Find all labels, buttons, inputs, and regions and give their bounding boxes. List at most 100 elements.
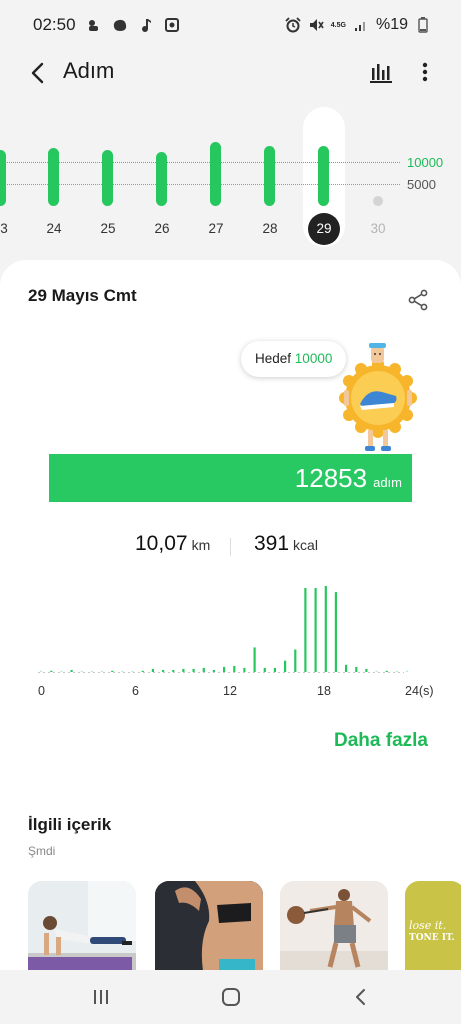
goal-prefix: Hedef	[255, 351, 292, 366]
day-label[interactable]: 26	[147, 221, 177, 236]
related-content-card[interactable]: lose it. TONE IT.	[405, 881, 461, 971]
weekly-step-bar[interactable]	[318, 146, 329, 206]
hourly-step-bar	[141, 670, 144, 672]
mute-icon	[308, 17, 324, 33]
hourly-step-bar	[243, 667, 246, 672]
status-bar: 02:50 4.5G %19	[0, 0, 461, 50]
day-label-selected[interactable]: 29	[308, 213, 340, 245]
no-data-dot	[373, 196, 383, 206]
hourly-step-bar	[50, 670, 53, 672]
nav-back-button[interactable]	[346, 984, 376, 1010]
day-label[interactable]: 28	[255, 221, 285, 236]
day-label[interactable]: 30	[363, 221, 393, 236]
related-content-card[interactable]	[28, 881, 136, 971]
home-icon	[222, 988, 240, 1006]
more-options-button[interactable]	[412, 58, 438, 86]
hourly-step-bar	[314, 588, 317, 672]
day-label[interactable]: 27	[201, 221, 231, 236]
related-content-subtitle: Şmdi	[28, 844, 56, 858]
hourly-step-bar	[80, 670, 83, 672]
half-goal-line	[0, 184, 400, 185]
related-content-card[interactable]	[155, 881, 263, 971]
weekly-step-bar[interactable]	[48, 148, 59, 206]
related-content-title: İlgili içerik	[28, 815, 112, 834]
hourly-step-bar	[131, 670, 134, 672]
hourly-step-bar	[355, 666, 358, 672]
metrics-row: 10,07 km 391 kcal	[0, 532, 461, 562]
hourly-step-bar	[253, 647, 256, 672]
calories-metric: 391 kcal	[254, 532, 318, 556]
hourly-step-bar	[263, 667, 266, 672]
hour-tick-label: 6	[132, 684, 139, 698]
hourly-step-bar	[172, 670, 175, 672]
recent-apps-button[interactable]	[86, 984, 116, 1010]
hourly-step-bar	[202, 667, 205, 672]
more-details-link[interactable]: Daha fazla	[334, 730, 428, 752]
hour-tick-label: 24(s)	[405, 684, 434, 698]
hourly-step-bar	[182, 668, 185, 672]
hourly-step-bar	[212, 670, 215, 672]
day-label[interactable]: 3	[0, 221, 19, 236]
page-title: Adım	[63, 58, 115, 83]
hourly-step-bar	[334, 592, 337, 672]
hourly-step-bar	[375, 670, 378, 672]
hour-tick-label: 18	[317, 684, 331, 698]
goal-bubble: Hedef 10000	[241, 341, 347, 377]
weekly-step-bar[interactable]	[210, 142, 221, 206]
steps-unit: adım	[373, 475, 402, 490]
hourly-step-bar	[304, 588, 307, 672]
goal-line	[0, 162, 400, 163]
weekly-step-bar[interactable]	[264, 145, 275, 206]
goal-value: 10000	[294, 351, 333, 366]
nav-back-icon	[356, 989, 365, 1005]
alarm-icon	[285, 17, 301, 33]
hourly-step-bar	[60, 670, 63, 672]
half-goal-line-label: 5000	[407, 177, 436, 192]
metric-divider	[230, 538, 231, 556]
goal-line-label: 10000	[407, 155, 444, 170]
media-icon	[164, 17, 180, 33]
hourly-step-bar	[101, 670, 104, 672]
promo-line-1: lose it.	[409, 919, 447, 932]
related-content-card[interactable]	[280, 881, 388, 971]
hour-tick-label: 0	[38, 684, 45, 698]
network-type: 4.5G	[330, 21, 346, 29]
thumbs-up-icon	[86, 17, 102, 33]
hourly-step-bar	[151, 668, 154, 672]
steps-progress-bar: 12853 adım	[49, 454, 412, 502]
status-time: 02:50	[33, 15, 76, 34]
hourly-steps-chart: 0 6 12 18 24(s)	[34, 580, 434, 700]
hourly-step-bar	[90, 670, 93, 672]
hourly-step-bar	[395, 670, 398, 672]
back-arrow-icon	[31, 62, 44, 84]
day-label[interactable]: 25	[93, 221, 123, 236]
hourly-chart-svg	[38, 586, 409, 673]
goal-achieved-mascot-icon	[338, 340, 418, 455]
hourly-step-bar	[294, 649, 297, 672]
weekly-step-bar[interactable]	[156, 151, 167, 206]
app-bar: Adım	[0, 50, 461, 96]
battery-percent: %19	[375, 16, 408, 33]
back-button[interactable]	[22, 58, 52, 88]
distance-unit: km	[191, 537, 211, 553]
weekly-step-bar[interactable]	[102, 150, 113, 206]
steps-value: 12853	[294, 463, 368, 493]
share-button[interactable]	[406, 288, 430, 312]
bar-chart-icon	[370, 64, 392, 83]
hour-tick-label: 12	[223, 684, 237, 698]
hourly-step-bar	[365, 668, 368, 672]
day-label[interactable]: 24	[39, 221, 69, 236]
daily-summary-card: 29 Mayıs Cmt Hedef 10000 12853 adım 10,0…	[0, 260, 461, 971]
distance-value: 10,07	[135, 532, 188, 555]
distance-metric: 10,07 km	[135, 532, 210, 556]
calories-value: 391	[254, 532, 290, 555]
hourly-step-bar	[223, 666, 226, 672]
hourly-step-bar	[40, 670, 43, 672]
hourly-step-bar	[273, 667, 276, 672]
weekly-step-bar[interactable]	[0, 150, 6, 206]
hourly-step-bar	[233, 665, 236, 672]
trends-button[interactable]	[368, 58, 394, 86]
hourly-step-bar	[111, 670, 114, 672]
home-button[interactable]	[216, 984, 246, 1010]
hourly-step-bar	[70, 670, 73, 672]
